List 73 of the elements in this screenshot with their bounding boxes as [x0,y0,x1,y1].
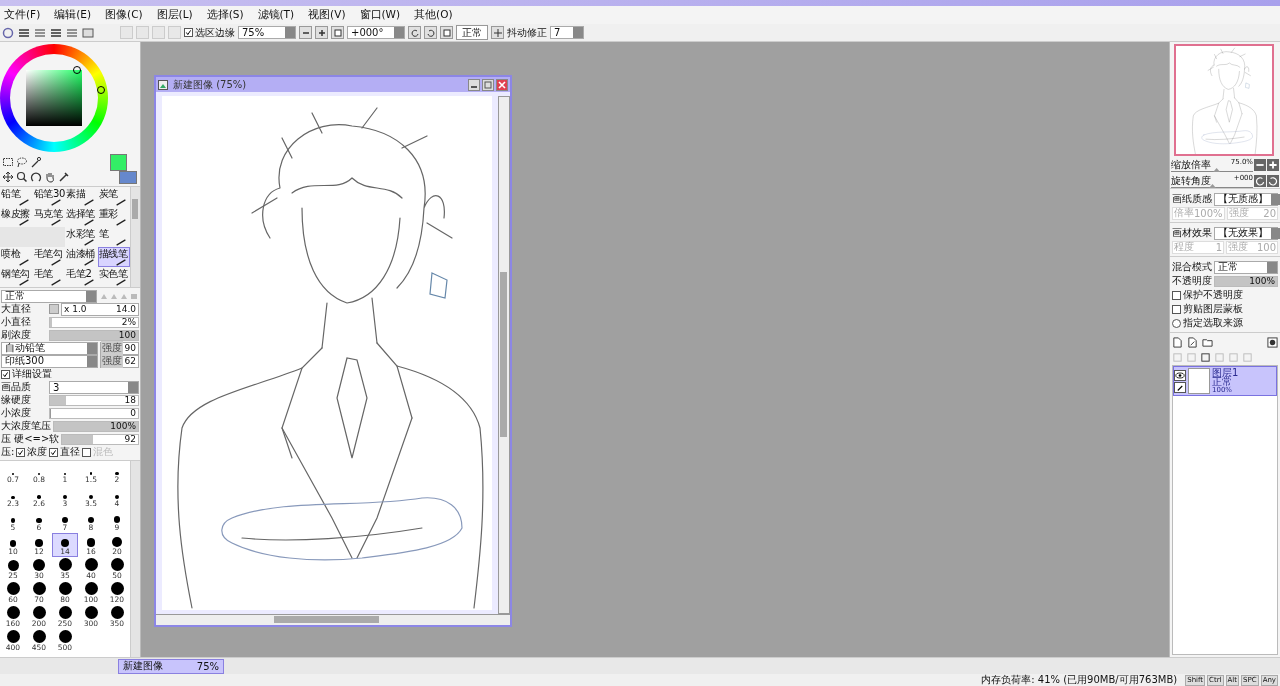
setting-slider[interactable]: 100 [49,329,139,341]
brush-tool[interactable]: 橡皮擦 [0,207,33,227]
layer-checkbox[interactable]: 保护不透明度 [1172,289,1278,301]
menu-item[interactable]: 选择(S) [206,8,244,22]
setting-label: 刷浓度 [1,328,32,342]
menu-item[interactable]: 窗口(W) [359,8,401,22]
setting-slider[interactable]: 92 [61,433,139,445]
setting-label: 小浓度 [1,406,32,420]
setting-slider[interactable]: 100% [53,420,139,432]
setting-label: 画材效果 [1172,226,1212,240]
strength-field[interactable]: 强度 62 [99,354,139,368]
brush-tool[interactable]: 铅笔30 [32,187,65,207]
blend-mode-button[interactable]: 正常 [456,25,488,40]
setting-checkbox[interactable]: 详细设置 [1,367,52,381]
menu-item[interactable]: 视图(V) [308,8,346,22]
rotation-dropdown[interactable]: +000° [347,26,405,39]
brush-tool[interactable]: 毛笔 [32,267,65,287]
selection-edge-checkbox[interactable]: 选区边缘 [184,25,235,40]
setting-label: 小直径 [1,315,32,329]
layer-checkbox[interactable]: 剪贴图层蒙板 [1172,303,1278,315]
layer-name: 图层1 [1212,367,1239,377]
brush-tool[interactable]: 铅笔 [0,187,33,207]
document-tab[interactable]: 新建图像 75% [118,658,224,674]
texture-dropdown[interactable]: 【无质感】 [1214,192,1278,206]
setting-label: 画品质 [1,380,32,394]
brush-tool[interactable]: 马克笔 [32,207,65,227]
brush-tool[interactable]: 描线笔 [97,247,130,267]
texture-dropdown[interactable]: 【无效果】 [1214,226,1278,240]
brush-tool[interactable]: 喷枪 [0,247,33,267]
size-field[interactable]: x 1.0 14.0 [61,302,139,316]
brush-tool[interactable]: 选择笔 [65,207,98,227]
setting-label: 压 硬<=>软 [1,432,60,446]
pressure-checkbox[interactable]: 浓度 [16,445,48,459]
setting-slider[interactable]: 0 [49,407,139,419]
window-title: 新建图像 (75%) [173,77,248,92]
zoom-dropdown[interactable]: 75% [238,26,296,39]
layer-mode: 正常 [1212,376,1232,386]
setting-label: 缘硬度 [1,393,32,407]
quality-dropdown[interactable]: 3 [49,380,139,394]
setting-slider[interactable]: 2% [49,316,139,328]
menu-item[interactable]: 滤镜(T) [257,8,295,22]
menu-item[interactable]: 文件(F) [4,8,41,22]
texture-dropdown[interactable]: 自动铅笔 [1,341,98,355]
brush-tool[interactable]: 笔 [97,227,130,247]
strength-field[interactable]: 强度 90 [99,341,139,355]
brush-tool[interactable]: 炭笔 [97,187,130,207]
menu-item[interactable]: 其他(O) [414,8,453,22]
setting-label: 混合模式 [1172,260,1212,274]
menu-item[interactable]: 图层(L) [156,8,193,22]
opacity-slider[interactable]: 100% [1214,275,1278,287]
brush-mode-dropdown[interactable]: 正常 [1,289,97,303]
menu-item[interactable]: 图像(C) [105,8,143,22]
brush-tool[interactable]: 毛笔2 [65,267,98,287]
stabilizer-dropdown[interactable]: 7 [550,26,584,39]
brush-tool[interactable]: 实色笔 [97,267,130,287]
setting-slider[interactable]: 18 [49,394,139,406]
setting-label: 压: [1,445,15,459]
setting-label: 大浓度笔压 [1,419,51,433]
radio-button[interactable]: 指定选取来源 [1172,317,1278,329]
stabilizer-label: 抖动修正 [507,25,547,40]
pressure-checkbox[interactable]: 直径 [49,445,81,459]
setting-label: 不透明度 [1172,274,1212,288]
setting-label: 画纸质感 [1172,192,1212,206]
blend-mode-dropdown[interactable]: 正常 [1214,260,1278,274]
memory-status: 内存负荷率: 41% (已用90MB/可用763MB) [981,673,1178,686]
brush-tool[interactable]: 重彩 [97,207,130,227]
brush-tool[interactable]: 水彩笔 [65,227,98,247]
brush-tool[interactable]: 钢笔勾 [0,267,33,287]
brush-tool[interactable]: 油漆桶 [65,247,98,267]
brush-tool[interactable]: 素描 [65,187,98,207]
brush-tool[interactable]: 毛笔勾 [32,247,65,267]
menu-item[interactable]: 编辑(E) [54,8,92,22]
setting-label: 大直径 [1,302,32,316]
